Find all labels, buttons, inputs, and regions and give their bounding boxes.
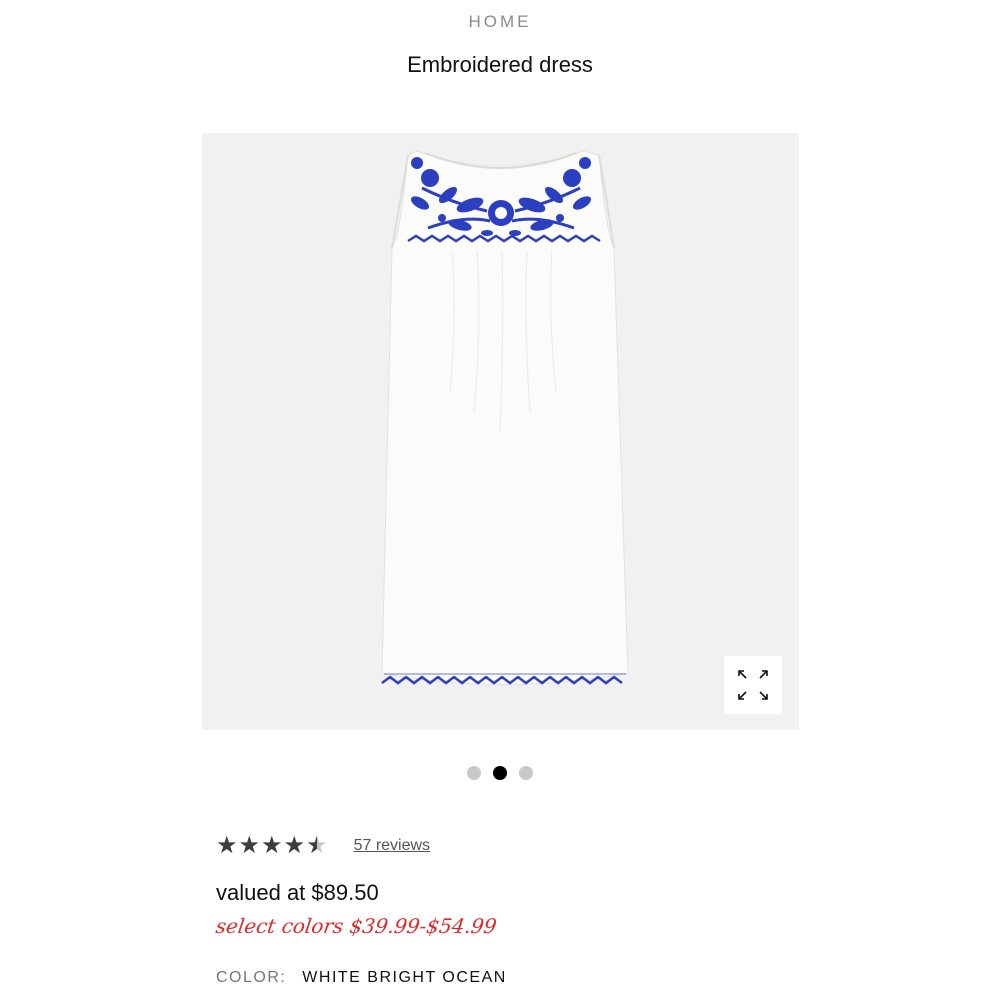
star-icon: ★: [216, 832, 238, 859]
expand-icon: [738, 670, 768, 700]
product-image[interactable]: [202, 133, 799, 730]
color-row: COLOR: WHITE BRIGHT OCEAN: [216, 969, 507, 987]
color-value: WHITE BRIGHT OCEAN: [302, 969, 507, 986]
star-icon: ★: [306, 832, 328, 859]
star-icon: ★: [261, 832, 283, 859]
reviews-link[interactable]: 57 reviews: [354, 837, 430, 855]
carousel-dot[interactable]: [519, 766, 533, 780]
rating-row: ★ ★ ★ ★ ★ 57 reviews: [216, 832, 430, 860]
star-icon: ★: [238, 832, 261, 859]
product-page: HOME Embroidered dress ★ ★ ★ ★ ★ 57 revi…: [0, 0, 1000, 1000]
sale-price: select colors $39.99-$54.99: [214, 914, 499, 938]
expand-image-button[interactable]: [724, 656, 782, 714]
color-label: COLOR:: [216, 969, 287, 986]
page-title: Embroidered dress: [407, 52, 593, 77]
carousel-dot[interactable]: [467, 766, 481, 780]
valued-price: valued at $89.50: [216, 880, 379, 905]
star-rating: ★ ★ ★ ★ ★: [216, 832, 328, 860]
dress-illustration: [381, 150, 629, 685]
star-icon: ★: [283, 832, 306, 859]
carousel-dots: [0, 766, 1000, 780]
breadcrumb-home[interactable]: HOME: [0, 12, 1000, 32]
carousel-dot[interactable]: [493, 766, 507, 780]
